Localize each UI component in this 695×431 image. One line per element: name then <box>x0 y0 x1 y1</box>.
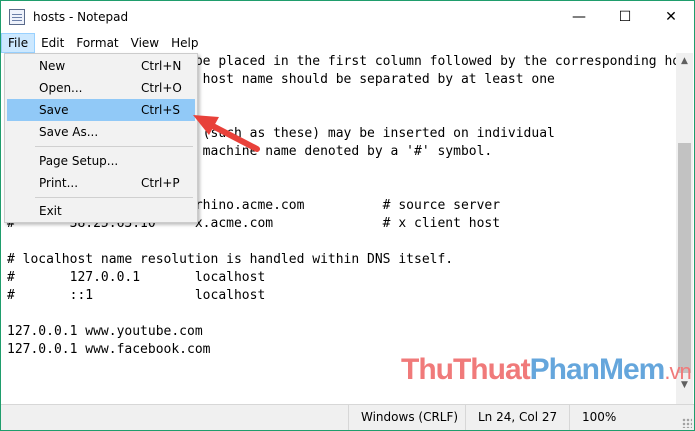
scroll-thumb[interactable] <box>678 143 691 373</box>
menu-view[interactable]: View <box>125 33 165 53</box>
status-encoding: Windows (CRLF) <box>348 405 465 430</box>
resize-grip-icon[interactable] <box>682 418 692 428</box>
menu-edit[interactable]: Edit <box>35 33 70 53</box>
close-button[interactable]: ✕ <box>648 1 694 33</box>
editor-line: # ::1 localhost <box>7 288 266 303</box>
notepad-window: hosts - Notepad — ☐ ✕ File Edit Format V… <box>0 0 695 431</box>
menu-help[interactable]: Help <box>165 33 204 53</box>
menu-item-exit[interactable]: Exit <box>7 200 195 222</box>
menu-item-print[interactable]: Print... Ctrl+P <box>7 172 195 194</box>
menu-item-open[interactable]: Open... Ctrl+O <box>7 77 195 99</box>
minimize-button[interactable]: — <box>556 1 602 33</box>
menu-file[interactable]: File <box>1 33 36 53</box>
editor-line: 127.0.0.1 www.youtube.com <box>7 324 203 339</box>
status-zoom: 100% <box>569 405 679 430</box>
notepad-icon <box>9 9 25 25</box>
menu-bar: File Edit Format View Help <box>1 33 694 53</box>
menu-separator <box>35 197 193 198</box>
menu-separator <box>35 146 193 147</box>
title-bar: hosts - Notepad — ☐ ✕ <box>1 1 694 33</box>
window-title: hosts - Notepad <box>33 10 129 24</box>
menu-item-save-as[interactable]: Save As... <box>7 121 195 143</box>
red-arrow-icon <box>193 115 260 152</box>
window-controls: — ☐ ✕ <box>556 1 694 33</box>
menu-item-new[interactable]: New Ctrl+N <box>7 55 195 77</box>
maximize-button[interactable]: ☐ <box>602 1 648 33</box>
watermark-logo: ThuThuatPhanMem.vn <box>401 353 692 386</box>
status-position: Ln 24, Col 27 <box>465 405 569 430</box>
scroll-up-icon[interactable]: ▲ <box>676 53 693 70</box>
menu-item-save[interactable]: Save Ctrl+S <box>7 99 195 121</box>
menu-item-page-setup[interactable]: Page Setup... <box>7 150 195 172</box>
file-menu-dropdown: New Ctrl+N Open... Ctrl+O Save Ctrl+S Sa… <box>4 53 198 223</box>
status-bar: Windows (CRLF) Ln 24, Col 27 100% <box>1 404 694 430</box>
editor-line: # 127.0.0.1 localhost <box>7 270 266 285</box>
vertical-scrollbar[interactable]: ▲ ▼ <box>676 53 693 394</box>
menu-format[interactable]: Format <box>70 33 124 53</box>
editor-line: # localhost name resolution is handled w… <box>7 252 454 267</box>
